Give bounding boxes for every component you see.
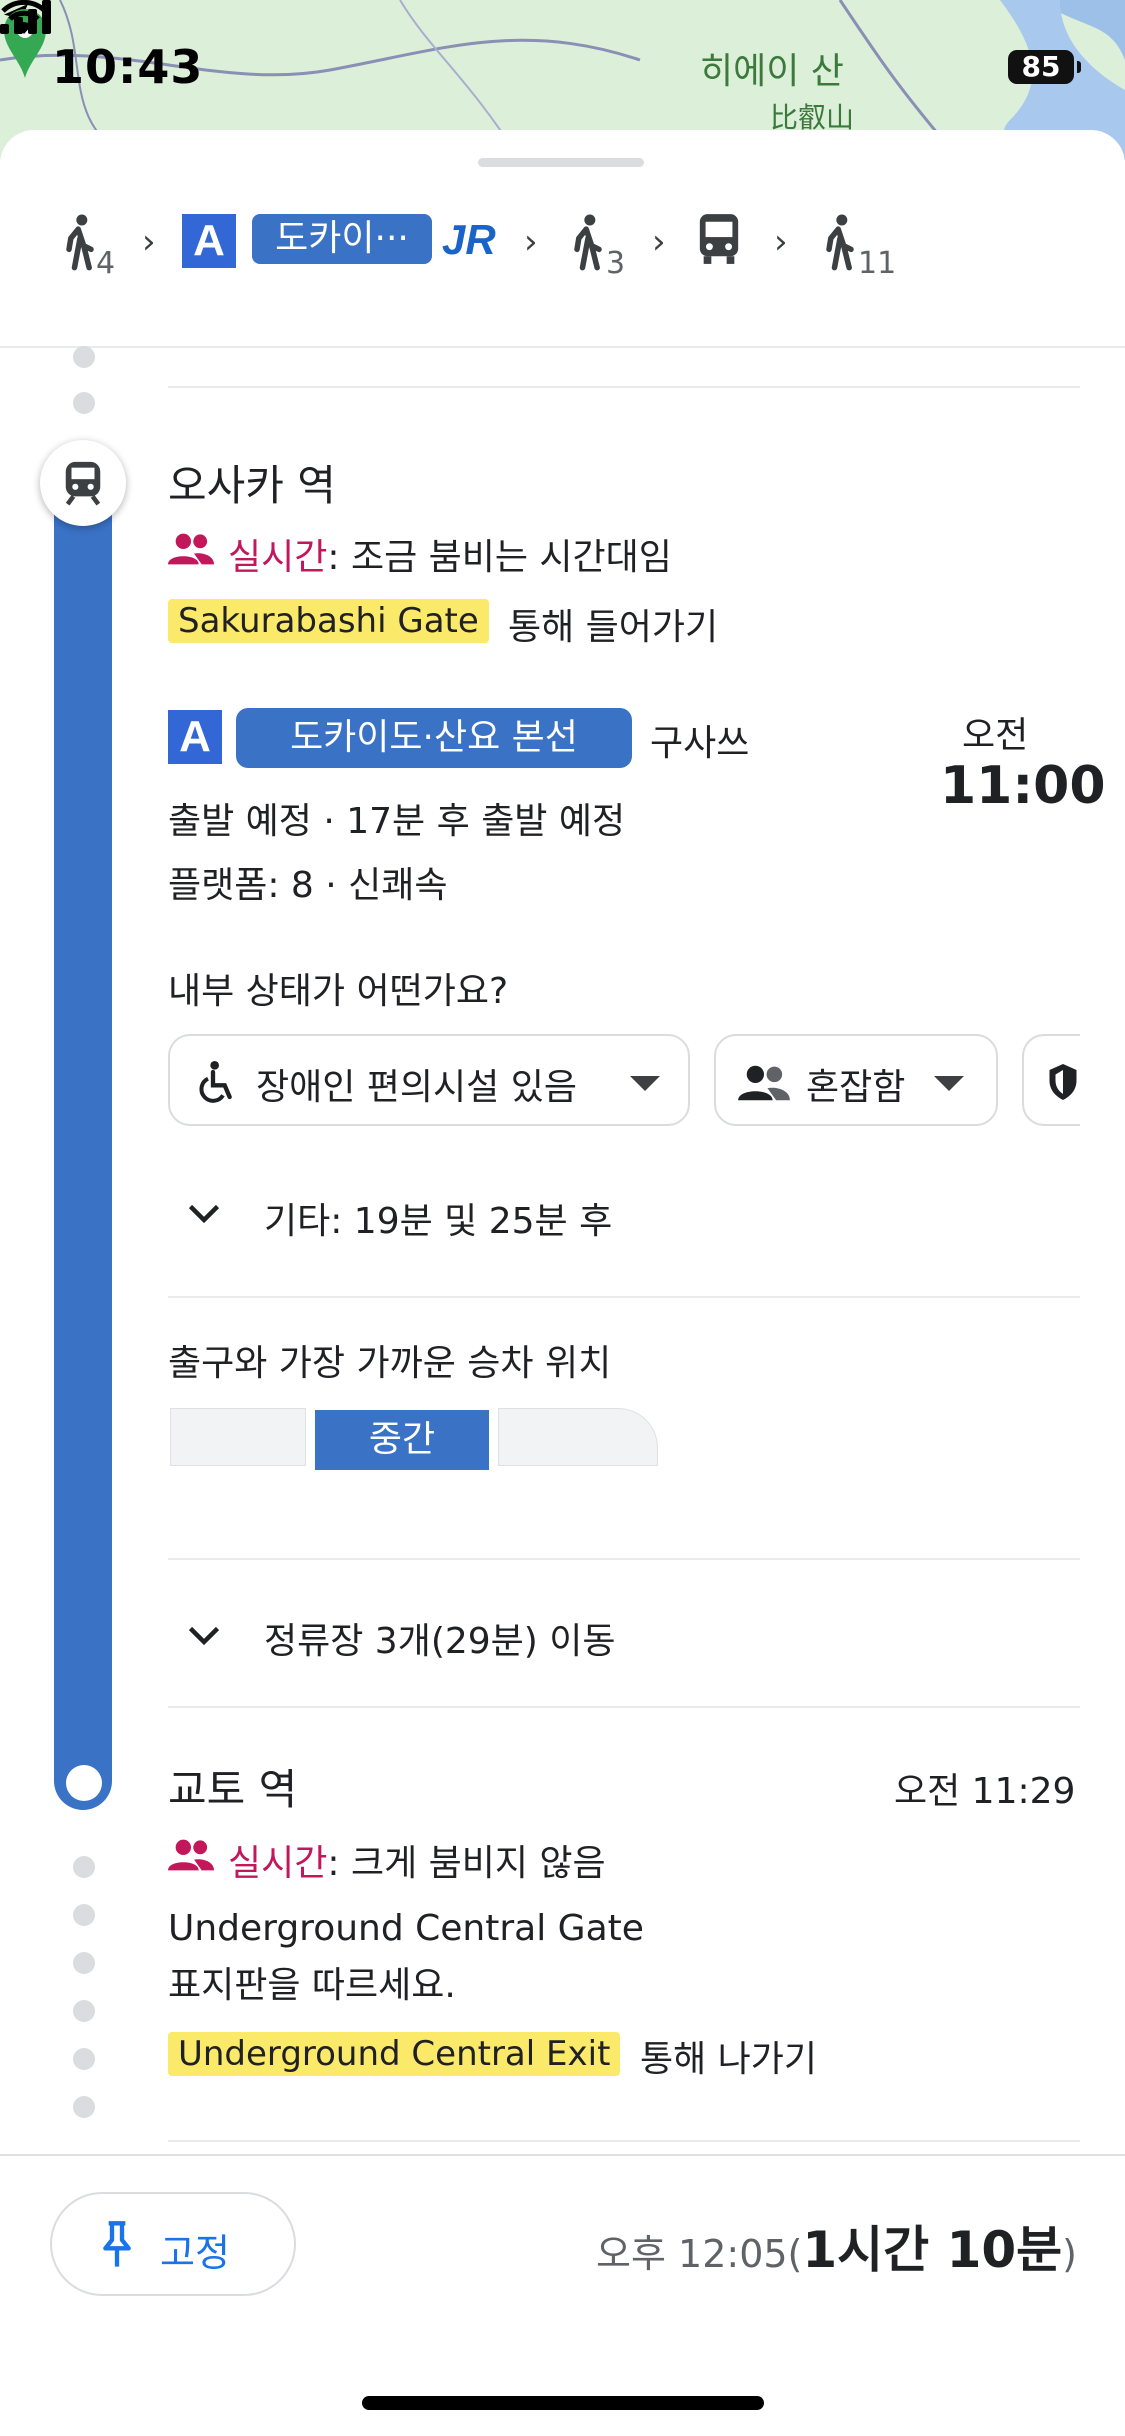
walk-minutes-1: 4 (96, 246, 116, 281)
pin-button-label: 고정 (160, 2231, 230, 2275)
walk-icon (826, 214, 854, 271)
gate-instruction-line1: Underground Central Gate (168, 1908, 644, 1949)
line-badge: A (168, 710, 222, 764)
wheelchair-icon (199, 1061, 232, 1103)
realtime-status: : 조금 붐비는 시간대임 (327, 537, 672, 578)
realtime-status: : 크게 붐비지 않음 (327, 1843, 606, 1884)
boarding-segment-front (170, 1408, 306, 1466)
line-name-pill: 도카이··· (252, 214, 432, 264)
jr-logo: JR (442, 216, 496, 263)
trip-duration: 1시간 10분 (802, 2221, 1063, 2279)
boarding-segment-middle: 중간 (315, 1410, 489, 1470)
gate-instruction-line2: 표지판을 따르세요. (168, 1965, 456, 2006)
train-stop-marker (40, 440, 126, 526)
departure-time-ampm: 오전 (962, 715, 1029, 756)
shield-icon (1049, 1064, 1077, 1100)
timeline-dot (73, 2096, 95, 2118)
arrival-stop-time: 오전 11:29 (894, 1771, 1076, 1812)
train-icon (65, 461, 101, 506)
timeline-dot (73, 392, 95, 414)
chevron-right-icon: › (652, 222, 666, 262)
chevron-right-icon: › (142, 222, 156, 262)
chevron-right-icon: › (774, 222, 788, 262)
departure-station-name[interactable]: 오사카 역 (168, 452, 336, 513)
bottom-bar-divider (0, 2154, 1125, 2156)
section-divider (168, 1296, 1080, 1298)
bus-icon (699, 214, 739, 264)
realtime-crowd: 실시간: 조금 붐비는 시간대임 (228, 528, 672, 580)
walk-minutes-3: 11 (858, 246, 897, 281)
close-paren: ) (1062, 2232, 1077, 2276)
timeline-dot (73, 1904, 95, 1926)
battery-indicator: 85 (1008, 50, 1081, 84)
chevron-down-icon[interactable] (186, 1202, 222, 1226)
departure-time: 11:00 (940, 756, 1106, 816)
summary-divider (0, 346, 1125, 348)
realtime-label: 실시간 (228, 1843, 328, 1884)
line-direction: 구사쓰 (650, 723, 750, 764)
walk-icon (574, 214, 602, 271)
caret-down-icon (934, 1076, 964, 1091)
entrance-gate-suffix: 통해 들어가기 (508, 607, 719, 648)
entrance-gate-chip: Sakurabashi Gate (168, 599, 489, 643)
crowd-chip-label: 혼잡함 (806, 1067, 906, 1108)
boarding-segment-rear (498, 1408, 658, 1466)
wifi-icon (1, 0, 47, 34)
exit-suffix: 통해 나가기 (640, 2039, 818, 2080)
realtime-label: 실시간 (228, 537, 328, 578)
other-departures[interactable]: 기타: 19분 및 25분 후 (264, 1192, 612, 1244)
line-badge: A (182, 214, 236, 268)
status-time: 10:43 (52, 40, 204, 94)
accessibility-chip[interactable]: 장애인 편의시설 있음 (168, 1034, 690, 1126)
pin-icon (103, 2221, 131, 2267)
home-indicator[interactable] (362, 2396, 764, 2410)
timeline-end-marker (66, 1765, 102, 1801)
arrival-station-name[interactable]: 교토 역 (168, 1756, 297, 1817)
route-summary[interactable]: 4 › A 도카이··· JR › 3 › › 11 (40, 200, 1100, 300)
departure-schedule: 출발 예정 · 17분 후 출발 예정 (168, 801, 626, 842)
timeline-dot (73, 346, 95, 368)
transit-timeline-bar (54, 455, 112, 1810)
section-divider (168, 2140, 1080, 2142)
people-icon (168, 533, 214, 565)
accessibility-chip-label: 장애인 편의시설 있음 (256, 1067, 577, 1108)
timeline-dot (73, 2048, 95, 2070)
crowd-chip[interactable]: 혼잡함 (714, 1034, 998, 1126)
map-label-mountain: 히에이 산 (700, 51, 844, 92)
pin-button[interactable]: 고정 (50, 2192, 296, 2296)
exit-chip: Underground Central Exit (168, 2032, 621, 2076)
timeline-dot (73, 2000, 95, 2022)
chevron-down-icon[interactable] (186, 1624, 222, 1648)
section-divider (168, 386, 1080, 388)
caret-down-icon (630, 1076, 660, 1091)
arrival-time: 오후 12:05( (596, 2232, 803, 2276)
section-divider (168, 1706, 1080, 1708)
chevron-right-icon: › (524, 222, 538, 262)
trip-arrival-summary: 오후 12:05(1시간 10분) (596, 2210, 1077, 2282)
intermediate-stops[interactable]: 정류장 3개(29분) 이동 (264, 1612, 616, 1664)
boarding-position-title: 출구와 가장 가까운 승차 위치 (168, 1343, 612, 1384)
section-divider (168, 1558, 1080, 1560)
sheet-drag-handle[interactable] (478, 158, 644, 167)
timeline-dot (73, 1952, 95, 1974)
realtime-crowd: 실시간: 크게 붐비지 않음 (228, 1834, 606, 1886)
people-icon (168, 1839, 214, 1871)
departure-platform: 플랫폼: 8 · 신쾌속 (168, 865, 448, 906)
crowd-question: 내부 상태가 어떤가요? (168, 971, 509, 1012)
people-icon (738, 1065, 790, 1101)
line-name-pill[interactable]: 도카이도·산요 본선 (236, 708, 632, 768)
walk-minutes-2: 3 (606, 246, 626, 281)
timeline-dot (73, 1856, 95, 1878)
safety-chip[interactable] (1022, 1034, 1080, 1126)
